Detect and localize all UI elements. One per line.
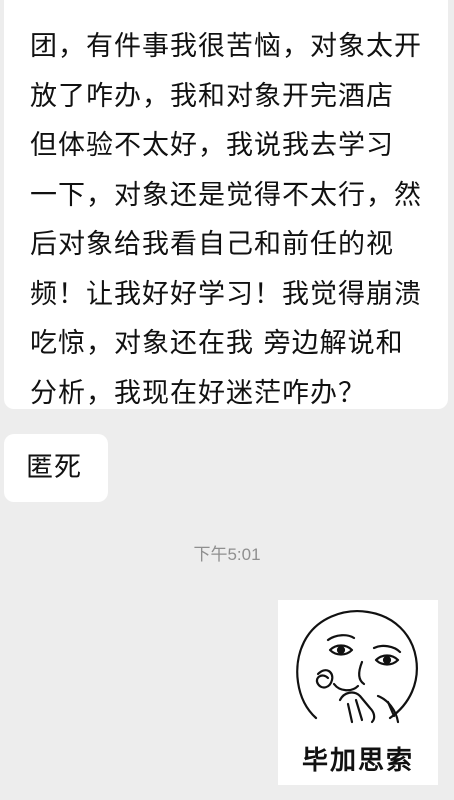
message-line: 一下，对象还是觉得不太行，然 — [30, 179, 422, 211]
message-line: 吃惊，对象还在我 旁边解说和 — [30, 328, 404, 359]
sticker-caption: 毕加思索 — [301, 746, 414, 776]
message-line: 但体验不太好，我说我去学习 — [30, 130, 394, 161]
message-line: 团，有件事我很苦恼，对象太开 — [30, 31, 422, 62]
message-line: 频！让我好好学习！我觉得崩溃 — [30, 278, 422, 310]
message-text: 匿死 — [26, 452, 82, 483]
meme-face-sticker-icon — [296, 610, 418, 724]
incoming-message-bubble[interactable]: 团，有件事我很苦恼，对象太开 放了咋办，我和对象开完酒店 但体验不太好，我说我去… — [4, 0, 448, 409]
message-line: 放了咋办，我和对象开完酒店 — [30, 80, 394, 112]
incoming-message-bubble-short[interactable]: 匿死 — [4, 434, 108, 502]
sticker-message[interactable]: 毕加思索 — [278, 600, 438, 785]
message-line: 后对象给我看自己和前任的视 — [30, 229, 394, 260]
message-line: 分析，我现在好迷茫咋办？ — [30, 377, 366, 409]
message-timestamp: 下午5:01 — [193, 545, 261, 564]
